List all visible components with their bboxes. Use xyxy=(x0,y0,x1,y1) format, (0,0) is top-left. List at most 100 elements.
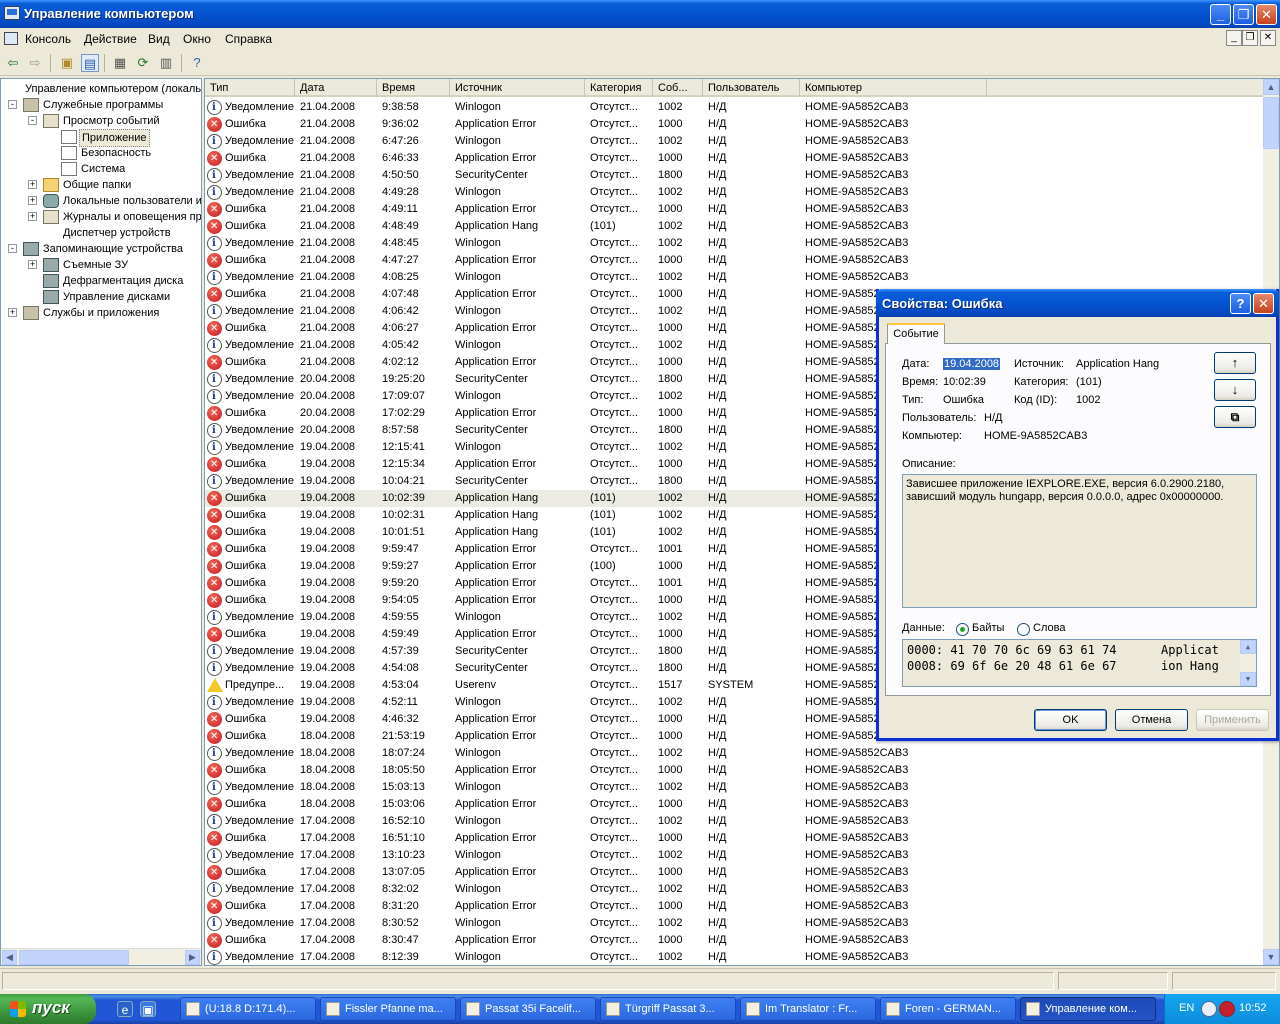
scroll-left-icon[interactable]: ◀ xyxy=(2,950,17,965)
close-button[interactable]: ✕ xyxy=(1256,4,1277,25)
internet-explorer-icon[interactable]: e xyxy=(117,1001,133,1017)
table-row[interactable]: Ошибка 21.04.2008 4:48:49 Application Hang (… xyxy=(205,218,1265,235)
table-row[interactable]: Уведомление 17.04.2008 8:32:02 Winlogon Отсу… xyxy=(205,881,1265,898)
table-row[interactable]: Уведомление 17.04.2008 13:10:23 Winlogon Отс… xyxy=(205,847,1265,864)
tree-node[interactable]: Безопасность xyxy=(1,145,201,161)
tray-network-icon[interactable] xyxy=(1201,1001,1217,1017)
category-value[interactable]: (101) xyxy=(1076,376,1102,388)
tree-node[interactable]: Управление компьютером (локаль xyxy=(1,81,201,97)
column-header-category[interactable]: Категория xyxy=(585,79,653,97)
source-value[interactable]: Application Hang xyxy=(1076,358,1159,370)
column-header-user[interactable]: Пользователь xyxy=(703,79,800,97)
scroll-down-icon[interactable]: ▼ xyxy=(1263,949,1279,965)
data-textbox[interactable]: 0000: 41 70 70 6c 69 63 61 74 Applicat 0… xyxy=(902,639,1257,687)
user-value[interactable]: Н/Д xyxy=(984,412,1002,424)
tree-node[interactable]: + Журналы и оповещения пр xyxy=(1,209,201,225)
previous-event-button[interactable]: ↑ xyxy=(1214,352,1256,374)
tray-antivirus-icon[interactable] xyxy=(1219,1001,1235,1017)
tree-node[interactable]: - Запоминающие устройства xyxy=(1,241,201,257)
date-value[interactable]: 19.04.2008 xyxy=(943,358,1001,370)
tree-node[interactable]: Дефрагментация диска xyxy=(1,273,201,289)
scroll-thumb[interactable] xyxy=(1263,97,1279,149)
show-desktop-icon[interactable]: ▣ xyxy=(140,1001,156,1017)
taskbar-button[interactable]: Passat 35i Facelif... xyxy=(460,997,596,1021)
expand-icon[interactable]: + xyxy=(28,196,37,205)
type-value[interactable]: Ошибка xyxy=(943,394,984,406)
data-scrollbar[interactable]: ▲ ▼ xyxy=(1240,640,1256,686)
back-icon[interactable]: ⇦ xyxy=(4,54,22,72)
radio-bytes[interactable] xyxy=(956,623,969,636)
expand-icon[interactable]: + xyxy=(28,212,37,221)
maximize-button[interactable]: ❐ xyxy=(1233,4,1254,25)
table-row[interactable]: Ошибка 21.04.2008 6:46:33 Application Error… xyxy=(205,150,1265,167)
language-indicator[interactable]: EN xyxy=(1179,1002,1194,1014)
console-icon[interactable] xyxy=(4,32,18,45)
scroll-up-icon[interactable]: ▲ xyxy=(1240,640,1256,654)
cancel-button[interactable]: Отмена xyxy=(1115,709,1188,731)
menu-view[interactable]: Вид xyxy=(148,32,170,46)
menu-help[interactable]: Справка xyxy=(225,32,272,46)
dialog-help-button[interactable]: ? xyxy=(1230,293,1251,314)
tree-node[interactable]: + Службы и приложения xyxy=(1,305,201,321)
radio-words[interactable] xyxy=(1017,623,1030,636)
taskbar-button[interactable]: Fissler Pfanne ma... xyxy=(320,997,456,1021)
tree-node[interactable]: + Общие папки xyxy=(1,177,201,193)
collapse-icon[interactable]: - xyxy=(8,244,17,253)
tree-node[interactable]: + Локальные пользователи и xyxy=(1,193,201,209)
event-id-value[interactable]: 1002 xyxy=(1076,394,1100,406)
collapse-icon[interactable]: - xyxy=(28,116,37,125)
table-row[interactable]: Уведомление 17.04.2008 16:52:10 Winlogon Отс… xyxy=(205,813,1265,830)
help-icon[interactable]: ? xyxy=(188,54,206,72)
ok-button[interactable]: OK xyxy=(1034,709,1107,731)
table-row[interactable]: Уведомление 17.04.2008 8:30:52 Winlogon Отсу… xyxy=(205,915,1265,932)
scroll-thumb[interactable] xyxy=(19,950,129,965)
table-row[interactable]: Ошибка 17.04.2008 13:07:05 Application Erro… xyxy=(205,864,1265,881)
tree-node[interactable]: + Съемные ЗУ xyxy=(1,257,201,273)
time-value[interactable]: 10:02:39 xyxy=(943,376,986,388)
table-row[interactable]: Ошибка 18.04.2008 18:05:50 Application Erro… xyxy=(205,762,1265,779)
menu-console[interactable]: Консоль xyxy=(25,32,71,46)
radio-words-label[interactable]: Слова xyxy=(1033,622,1065,634)
table-row[interactable]: Уведомление 18.04.2008 15:03:13 Winlogon Отс… xyxy=(205,779,1265,796)
table-row[interactable]: Ошибка 17.04.2008 16:51:10 Application Erro… xyxy=(205,830,1265,847)
forward-icon[interactable]: ⇨ xyxy=(26,54,44,72)
column-header-source[interactable]: Источник xyxy=(450,79,585,97)
scroll-up-icon[interactable]: ▲ xyxy=(1263,79,1279,95)
properties-icon[interactable]: ▦ xyxy=(111,54,129,72)
menu-window[interactable]: Окно xyxy=(183,32,211,46)
console-tree[interactable]: Управление компьютером (локаль - Служебные… xyxy=(0,78,202,966)
apply-button[interactable]: Применить xyxy=(1196,709,1269,731)
tree-node[interactable]: - Просмотр событий xyxy=(1,113,201,129)
export-list-icon[interactable]: ▥ xyxy=(157,54,175,72)
dialog-close-button[interactable]: ✕ xyxy=(1253,293,1274,314)
up-folder-icon[interactable]: ▣ xyxy=(58,54,76,72)
mdi-restore-button[interactable]: ❐ xyxy=(1242,30,1258,46)
column-header-computer[interactable]: Компьютер xyxy=(800,79,987,97)
table-row[interactable]: Ошибка 21.04.2008 4:47:27 Application Error… xyxy=(205,252,1265,269)
tab-event[interactable]: Событие xyxy=(887,323,945,344)
minimize-button[interactable]: _ xyxy=(1210,4,1231,25)
mdi-close-button[interactable]: ✕ xyxy=(1260,30,1276,46)
expand-icon[interactable]: + xyxy=(28,260,37,269)
table-row[interactable]: Ошибка 21.04.2008 4:49:11 Application Error… xyxy=(205,201,1265,218)
tree-node[interactable]: Приложение xyxy=(1,129,201,147)
clock[interactable]: 10:52 xyxy=(1239,1002,1267,1014)
expand-icon[interactable]: + xyxy=(28,180,37,189)
expand-icon[interactable]: + xyxy=(8,308,17,317)
column-header-type[interactable]: Тип xyxy=(205,79,295,97)
description-textbox[interactable]: Зависшее приложение IEXPLORE.EXE, версия… xyxy=(902,474,1257,608)
table-row[interactable]: Уведомление 21.04.2008 4:50:50 SecurityCent… xyxy=(205,167,1265,184)
column-header-date[interactable]: Дата xyxy=(295,79,377,97)
copy-event-button[interactable]: ⧉ xyxy=(1214,406,1256,428)
tree-node[interactable]: - Служебные программы xyxy=(1,97,201,113)
show-tree-icon[interactable]: ▤ xyxy=(81,54,99,72)
table-row[interactable]: Уведомление 21.04.2008 4:49:28 Winlogon Отсу… xyxy=(205,184,1265,201)
table-row[interactable]: Уведомление 17.04.2008 8:12:39 Winlogon Отсу… xyxy=(205,949,1265,965)
taskbar-button[interactable]: (U:18.8 D:171.4)... xyxy=(180,997,316,1021)
tree-node[interactable]: Управление дисками xyxy=(1,289,201,305)
window-title-bar[interactable]: Управление компьютером _ ❐ ✕ xyxy=(0,0,1280,28)
table-row[interactable]: Уведомление 21.04.2008 9:38:58 Winlogon Отсу… xyxy=(205,99,1265,116)
tree-horizontal-scrollbar[interactable]: ◀ ▶ xyxy=(1,948,201,965)
mdi-minimize-button[interactable]: _ xyxy=(1226,30,1242,46)
start-button[interactable]: пуск xyxy=(0,994,96,1024)
